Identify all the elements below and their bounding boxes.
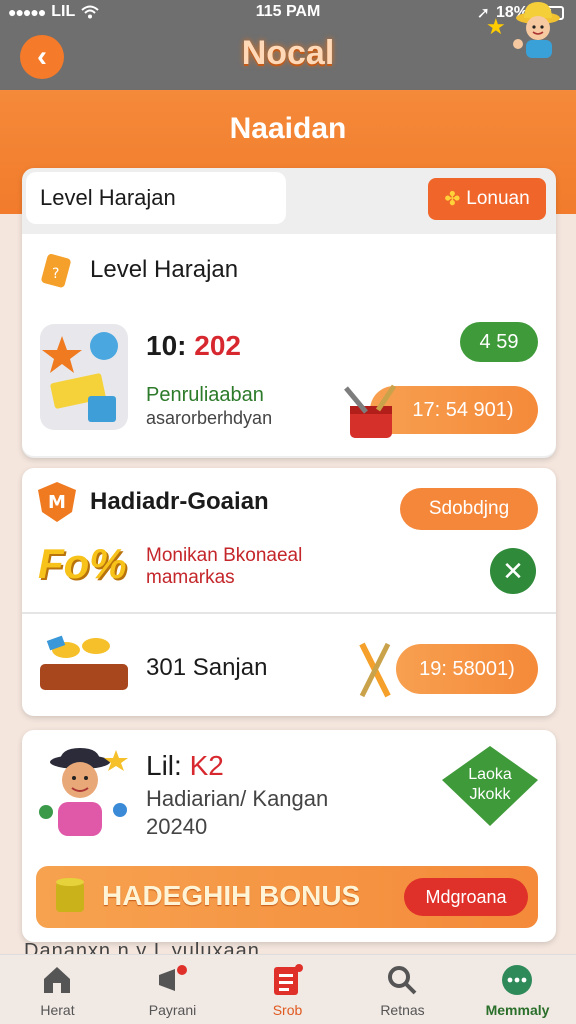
more-icon xyxy=(502,965,532,995)
search-icon xyxy=(388,966,417,995)
bonus-label: HADEGHIH BONUS xyxy=(102,880,361,911)
profile-name: Lil: K2 xyxy=(146,750,224,782)
tab-level[interactable]: Level Harajan xyxy=(26,172,286,224)
profile-name-prefix: Lil: xyxy=(146,750,190,781)
level-number: 10: 202 xyxy=(146,330,241,362)
megaphone-icon xyxy=(159,965,187,991)
level-subtitle: Penruliaaban xyxy=(146,384,264,406)
badge-line-1: Laoka xyxy=(468,766,512,783)
promo-line-1: Monikan Bkonaeal xyxy=(146,545,303,566)
level-number-prefix: 10: xyxy=(146,330,195,361)
toolbox-icon xyxy=(344,384,397,438)
profile-subtitle: Hadiarian/ Kangan xyxy=(146,786,329,811)
nav-item-retnas[interactable]: Retnas xyxy=(345,955,460,1024)
nav-label-payrani: Payrani xyxy=(148,1002,197,1018)
lonuan-button-label: Lonuan xyxy=(466,188,530,209)
svg-text:?: ? xyxy=(52,266,59,282)
nav-item-payrani[interactable]: Payrani xyxy=(115,955,230,1024)
badge-button[interactable]: Laoka Jkokk xyxy=(442,746,538,826)
svg-text:M: M xyxy=(48,492,66,513)
lonuan-button[interactable]: ✤ Lonuan xyxy=(428,178,546,220)
gift-icon xyxy=(40,324,128,430)
nav-label-srob: Srob xyxy=(272,1002,303,1018)
badge-line-2: Jkokk xyxy=(469,786,511,803)
promo-graphic: Fo% xyxy=(38,540,127,587)
sanjan-progress-pill[interactable]: 19: 58001) xyxy=(396,644,538,694)
bonus-button[interactable]: Mdgroana xyxy=(404,878,528,916)
level-title: Level Harajan xyxy=(90,256,239,283)
tools-icon xyxy=(359,642,391,698)
sanjan-label: 301 Sanjan xyxy=(146,654,268,681)
nav-label-memmaly: Memmaly xyxy=(485,1002,550,1018)
sdobdjng-button[interactable]: Sdobdjng xyxy=(400,488,538,530)
nav-label-retnas: Retnas xyxy=(380,1002,425,1018)
profile-name-value: K2 xyxy=(189,750,224,781)
star-icon: ★ xyxy=(486,14,506,39)
page-heading: Naaidan xyxy=(229,112,347,145)
shield-icon: M xyxy=(38,482,76,522)
card-divider xyxy=(22,612,556,614)
puzzle-icon: ✤ xyxy=(444,188,461,210)
rewards-title: Hadiadr-Goaian xyxy=(90,488,269,515)
level-number-value: 202 xyxy=(194,330,241,361)
list-icon xyxy=(274,964,303,995)
footer-text: Dananxn n y L yuluxaan xyxy=(24,940,260,954)
promo-line-2: mamarkas xyxy=(146,567,235,588)
nav-item-srob[interactable]: Srob xyxy=(230,955,345,1024)
character-avatar xyxy=(39,748,128,836)
score-pill[interactable]: 4 59 xyxy=(460,322,538,362)
level-description: asarorberhdyan xyxy=(146,408,273,428)
close-button[interactable]: ✕ xyxy=(490,548,536,594)
nav-item-memmaly[interactable]: Memmaly xyxy=(460,955,575,1024)
bottom-nav: Herat Payrani Srob Retnas Memmaly xyxy=(0,954,576,1024)
cup-icon xyxy=(56,878,84,912)
avatar[interactable] xyxy=(508,0,566,60)
home-icon xyxy=(44,967,70,993)
nav-label-herat: Herat xyxy=(40,1002,75,1018)
profile-number: 20240 xyxy=(146,814,208,839)
coins-icon xyxy=(40,635,128,690)
ticket-icon: ? xyxy=(41,254,71,288)
nav-item-herat[interactable]: Herat xyxy=(0,955,115,1024)
